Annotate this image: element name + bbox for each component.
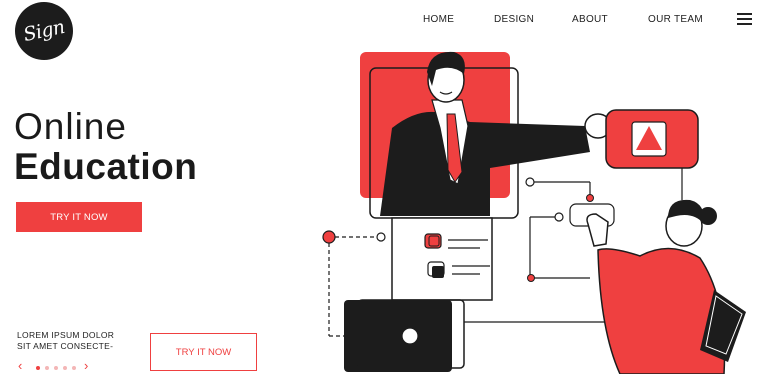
pager-dot[interactable] bbox=[54, 366, 58, 370]
pager-dot[interactable] bbox=[72, 366, 76, 370]
nav-our-team[interactable]: OUR TEAM bbox=[648, 14, 703, 25]
nav-design[interactable]: DESIGN bbox=[494, 14, 534, 25]
lorem-line-1: LOREM IPSUM DOLOR bbox=[17, 330, 115, 340]
pager-dot[interactable] bbox=[63, 366, 67, 370]
pager-dot[interactable] bbox=[45, 366, 49, 370]
hero-title-line1: Online bbox=[14, 106, 127, 147]
main-nav: HOME DESIGN ABOUT OUR TEAM bbox=[0, 14, 761, 30]
hero-title-line2: Education bbox=[14, 146, 198, 187]
brand-logo[interactable]: Sign bbox=[9, 0, 79, 66]
nav-about[interactable]: ABOUT bbox=[572, 14, 608, 25]
nav-home[interactable]: HOME bbox=[423, 14, 454, 25]
lorem-line-2: SIT AMET CONSECTE- bbox=[17, 341, 114, 351]
chevron-right-icon[interactable]: › bbox=[84, 359, 88, 372]
try-it-now-outline-button[interactable]: TRY IT NOW bbox=[150, 333, 257, 371]
lorem-text: LOREM IPSUM DOLOR SIT AMET CONSECTE- bbox=[17, 330, 137, 352]
online-education-illustration bbox=[322, 51, 746, 374]
hamburger-menu-icon[interactable] bbox=[737, 13, 752, 25]
camera-box bbox=[344, 300, 452, 372]
try-it-now-button[interactable]: TRY IT NOW bbox=[16, 202, 142, 232]
record-icon bbox=[401, 327, 419, 345]
device-body bbox=[391, 217, 493, 301]
pager-dot[interactable] bbox=[36, 366, 40, 370]
chevron-left-icon[interactable]: ‹ bbox=[18, 359, 22, 372]
slider-pager: ‹ › bbox=[18, 359, 98, 374]
